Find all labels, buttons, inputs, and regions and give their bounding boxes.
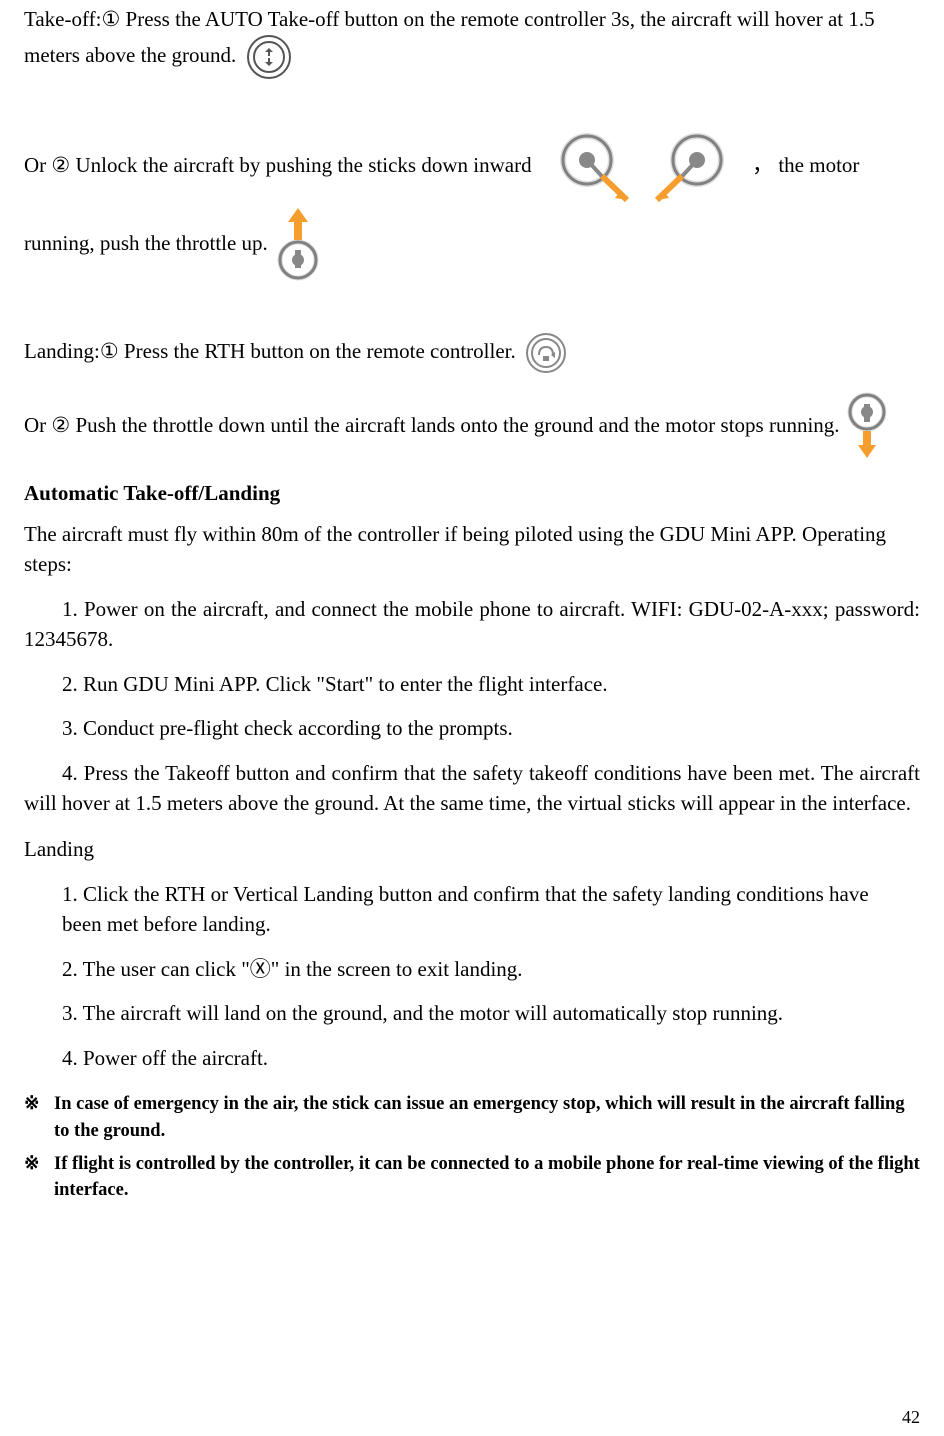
circled-2: ②: [51, 153, 70, 177]
sticks-inward-icon: [547, 128, 737, 206]
landing-step-4: 4. Power off the aircraft.: [62, 1043, 920, 1073]
landing-text-2: Push the throttle down until the aircraf…: [70, 413, 845, 437]
landing-heading: Landing: [24, 834, 920, 864]
operating-steps: 1. Power on the aircraft, and connect th…: [24, 594, 920, 819]
step-1: 1. Power on the aircraft, and connect th…: [24, 594, 920, 655]
circled-1: ①: [101, 7, 120, 31]
landing-step-2: 2. The user can click "Ⓧ" in the screen …: [62, 954, 920, 984]
step-4: 4. Press the Takeoff button and confirm …: [24, 758, 920, 819]
landing-step-1: 1. Click the RTH or Vertical Landing but…: [62, 879, 920, 940]
throttle-down-icon: [845, 392, 889, 462]
note-2: ※ If flight is controlled by the control…: [24, 1151, 920, 1205]
intro-text: The aircraft must fly within 80m of the …: [24, 519, 920, 580]
note-symbol: ※: [24, 1151, 54, 1205]
landing-para-2: Or ② Push the throttle down until the ai…: [24, 392, 920, 462]
step-3: 3. Conduct pre-flight check according to…: [62, 713, 920, 743]
landing-text-1: Press the RTH button on the remote contr…: [119, 339, 521, 363]
landing-para-1: Landing:① Press the RTH button on the re…: [24, 332, 920, 374]
step-2: 2. Run GDU Mini APP. Click "Start" to en…: [62, 669, 920, 699]
or-label: Or: [24, 153, 51, 177]
landing-step-3: 3. The aircraft will land on the ground,…: [62, 998, 920, 1028]
or-label-2: Or: [24, 413, 51, 437]
takeoff-para-1: Take-off:① Press the AUTO Take-off butto…: [24, 4, 920, 80]
landing-label: Landing:: [24, 339, 100, 363]
takeoff-para-2: Or ② Unlock the aircraft by pushing the …: [24, 128, 920, 284]
note-symbol: ※: [24, 1091, 54, 1145]
heading-auto-takeoff-landing: Automatic Take-off/Landing: [24, 478, 920, 508]
takeoff-label: Take-off:: [24, 7, 101, 31]
landing-steps: 1. Click the RTH or Vertical Landing but…: [24, 879, 920, 1073]
throttle-up-icon: [273, 206, 323, 284]
note-1: ※ In case of emergency in the air, the s…: [24, 1091, 920, 1145]
circled-1b: ①: [100, 339, 119, 363]
takeoff-text-1: Press the AUTO Take-off button on the re…: [24, 7, 875, 67]
circled-2b: ②: [51, 413, 70, 437]
takeoff-text-2a: Unlock the aircraft by pushing the stick…: [70, 153, 537, 177]
rth-icon: [525, 332, 567, 374]
document-page: Take-off:① Press the AUTO Take-off butto…: [0, 4, 944, 1436]
page-number: 42: [902, 1404, 920, 1430]
notes-block: ※ In case of emergency in the air, the s…: [24, 1091, 920, 1204]
note-text-1: In case of emergency in the air, the sti…: [54, 1091, 920, 1145]
auto-takeoff-icon: [246, 34, 292, 80]
note-text-2: If flight is controlled by the controlle…: [54, 1151, 920, 1205]
